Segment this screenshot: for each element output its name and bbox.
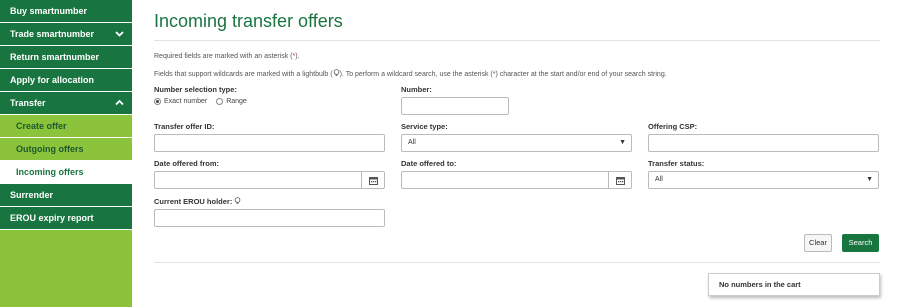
title-divider (154, 40, 880, 41)
sidebar-item-return-smartnumber[interactable]: Return smartnumber (0, 46, 132, 69)
sidebar-item-label: Apply for allocation (10, 75, 95, 85)
service-type-select[interactable]: All ▼ (401, 134, 632, 152)
sidebar-item-label: Return smartnumber (10, 52, 100, 62)
caret-down-icon: ▼ (866, 176, 873, 183)
sidebar-item-label: Trade smartnumber (10, 29, 95, 39)
offering-csp-label: Offering CSP: (648, 122, 698, 131)
sidebar: Buy smartnumber Trade smartnumber Return… (0, 0, 132, 307)
clear-button[interactable]: Clear (804, 234, 832, 252)
transfer-offer-id-label: Transfer offer ID: (154, 122, 215, 131)
range-radio[interactable] (216, 98, 224, 105)
lightbulb-icon (234, 197, 241, 207)
transfer-status-label: Transfer status: (648, 159, 705, 168)
sidebar-item-buy-smartnumber[interactable]: Buy smartnumber (0, 0, 132, 23)
number-selection-type-label: Number selection type: (154, 85, 237, 94)
exact-number-radio[interactable] (154, 98, 161, 105)
transfer-status-select[interactable]: All ▼ (648, 171, 879, 189)
sidebar-item-outgoing-offers[interactable]: Outgoing offers (0, 138, 132, 161)
number-input[interactable] (401, 97, 509, 115)
service-type-label: Service type: (401, 122, 448, 131)
calendar-icon[interactable] (361, 172, 384, 188)
sidebar-item-label: Transfer (10, 98, 46, 108)
number-selection-type-group: Exact number Range (154, 98, 247, 105)
transfer-offer-id-input[interactable] (154, 134, 385, 152)
sidebar-item-label: Create offer (16, 121, 67, 131)
range-radio-label: Range (226, 98, 247, 105)
date-offered-from-input[interactable] (154, 171, 385, 189)
sidebar-item-trade-smartnumber[interactable]: Trade smartnumber (0, 23, 132, 46)
service-type-value: All (408, 139, 416, 146)
sidebar-item-transfer[interactable]: Transfer (0, 92, 132, 115)
number-label: Number: (401, 85, 432, 94)
exact-number-radio-label: Exact number (164, 98, 208, 105)
date-offered-to-input[interactable] (401, 171, 632, 189)
chevron-up-icon (115, 92, 124, 122)
current-erou-holder-label: Current EROU holder: (154, 197, 241, 207)
wildcard-note: Fields that support wildcards are marked… (154, 69, 667, 79)
current-erou-holder-input[interactable] (154, 209, 385, 227)
cart-status-panel: No numbers in the cart (708, 273, 880, 296)
calendar-icon[interactable] (608, 172, 631, 188)
sidebar-item-label: Buy smartnumber (10, 6, 88, 16)
sidebar-item-create-offer[interactable]: Create offer (0, 115, 132, 138)
date-offered-from-label: Date offered from: (154, 159, 220, 168)
transfer-status-value: All (655, 176, 663, 183)
sidebar-item-label: Surrender (10, 190, 54, 200)
sidebar-item-apply-for-allocation[interactable]: Apply for allocation (0, 69, 132, 92)
sidebar-item-label: EROU expiry report (10, 213, 94, 223)
sidebar-item-incoming-offers[interactable]: Incoming offers (0, 161, 132, 184)
offering-csp-input[interactable] (648, 134, 879, 152)
sidebar-item-label: Outgoing offers (16, 144, 84, 154)
form-divider (154, 262, 880, 263)
required-fields-note: Required fields are marked with an aster… (154, 53, 300, 60)
caret-down-icon: ▼ (619, 139, 626, 146)
lightbulb-icon (333, 69, 340, 79)
search-button[interactable]: Search (842, 234, 879, 252)
sidebar-item-erou-expiry-report[interactable]: EROU expiry report (0, 207, 132, 230)
sidebar-item-surrender[interactable]: Surrender (0, 184, 132, 207)
page-title: Incoming transfer offers (154, 11, 343, 31)
date-offered-to-label: Date offered to: (401, 159, 457, 168)
sidebar-item-label: Incoming offers (16, 167, 84, 177)
